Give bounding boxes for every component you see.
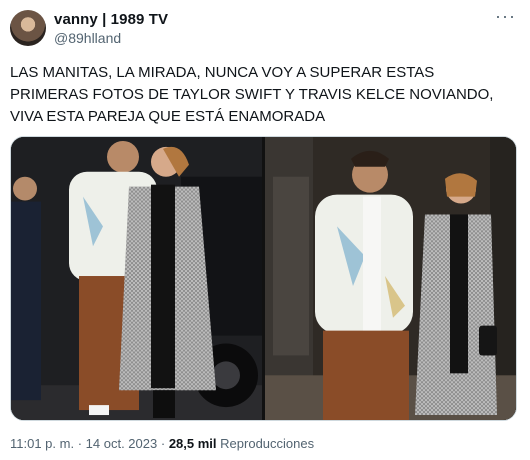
media-grid (10, 136, 517, 421)
user-handle[interactable]: @89hlland (54, 30, 121, 46)
tweet-time[interactable]: 11:01 p. m. (10, 436, 74, 451)
tweet-text: LAS MANITAS, LA MIRADA, NUNCA VOY A SUPE… (10, 64, 494, 125)
display-name[interactable]: vanny | 1989 TV (54, 11, 168, 28)
meta-separator: · (77, 436, 83, 451)
tweet-date[interactable]: 14 oct. 2023 (86, 436, 158, 451)
photo-left-image (11, 137, 262, 420)
photo-right[interactable] (265, 137, 516, 420)
views-count: 28,5 mil (168, 436, 217, 451)
more-options-icon[interactable]: ··· (495, 6, 516, 27)
tweet-metadata: 11:01 p. m. · 14 oct. 2023 · 28,5 mil Re… (10, 436, 314, 451)
avatar[interactable] (10, 10, 46, 46)
photo-right-image (265, 137, 516, 420)
meta-separator: · (160, 436, 166, 451)
views-label: Reproducciones (220, 436, 315, 451)
photo-left[interactable] (11, 137, 262, 420)
